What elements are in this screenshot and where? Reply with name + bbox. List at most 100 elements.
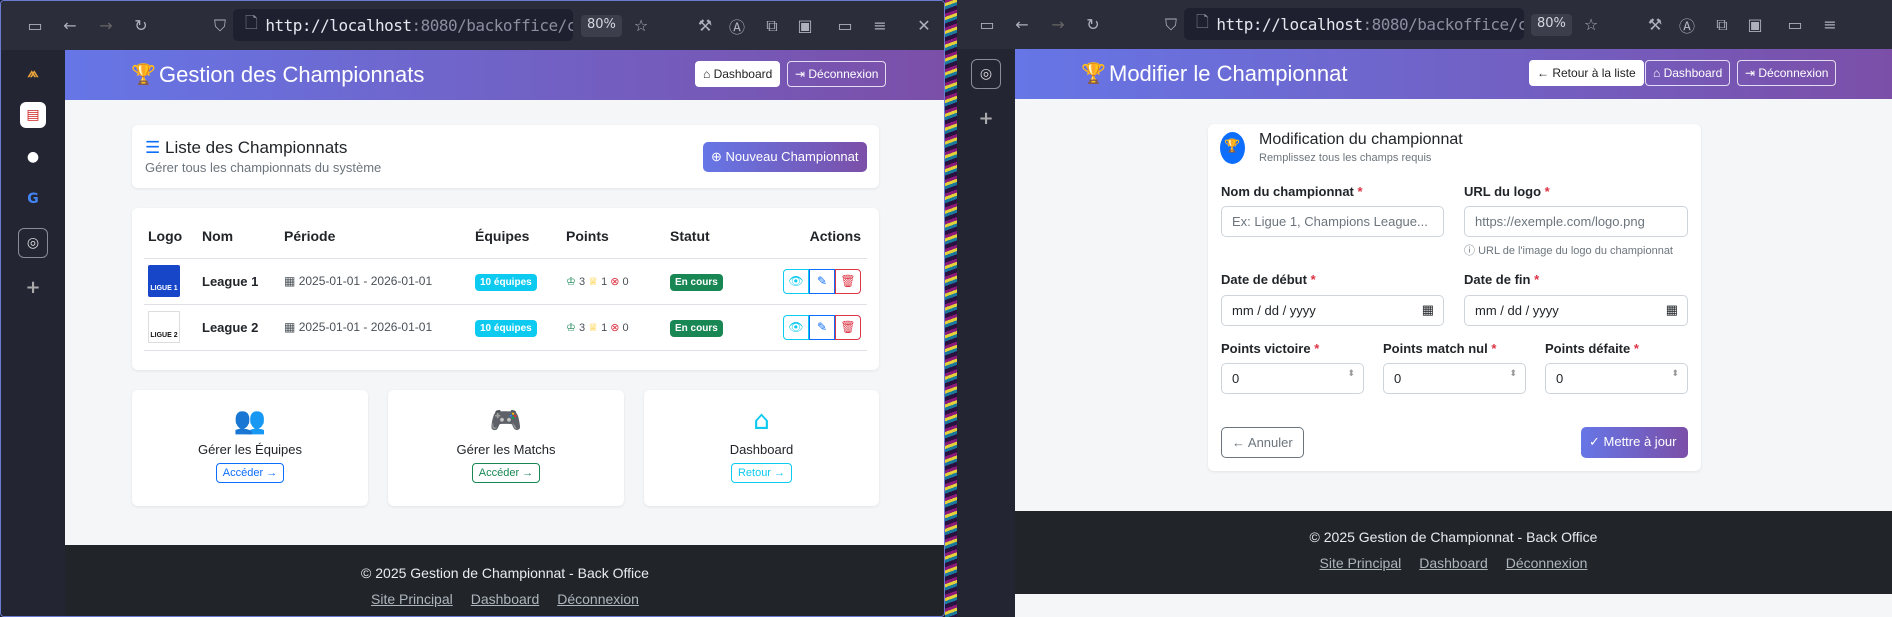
- back-icon[interactable]: ←: [1008, 15, 1036, 34]
- zoom-level[interactable]: 80%: [581, 15, 622, 37]
- name-input[interactable]: Ex: Ligue 1, Champions League...: [1221, 206, 1444, 237]
- draw-points: 1: [601, 275, 608, 288]
- spinner-icon[interactable]: ⬍: [1509, 368, 1517, 379]
- logo-url-label: URL du logo *: [1464, 184, 1550, 199]
- tile-dashboard-button[interactable]: Retour →: [730, 463, 793, 483]
- submit-button[interactable]: ✓ Mettre à jour: [1581, 427, 1688, 458]
- footer-link-dashboard[interactable]: Dashboard: [1419, 555, 1488, 571]
- page-title: Gestion des Championnats: [159, 62, 425, 87]
- sidebar-toggle-icon[interactable]: ▭: [973, 15, 1001, 34]
- wrench-icon[interactable]: ⚒: [1641, 15, 1669, 34]
- app-icon-1[interactable]: ⩕: [20, 60, 46, 86]
- menu-icon[interactable]: ≡: [1816, 15, 1844, 34]
- draw-points-value: 0: [1394, 371, 1402, 386]
- app-icon-2[interactable]: ▤: [20, 102, 46, 128]
- url-host: http://localhost: [265, 15, 412, 35]
- teams-badge: 10 équipes: [475, 320, 537, 337]
- win-points-input[interactable]: 0 ⬍: [1221, 363, 1364, 394]
- cancel-button[interactable]: ← Annuler: [1221, 427, 1304, 458]
- google-icon[interactable]: G: [20, 186, 46, 212]
- delete-button[interactable]: 🗑: [835, 268, 861, 294]
- start-date-value: mm / dd / yyyy: [1232, 303, 1316, 318]
- extensions-icon[interactable]: ⧉: [758, 16, 786, 36]
- win-points-label-text: Points victoire: [1221, 341, 1311, 356]
- start-date-input[interactable]: mm / dd / yyyy ▦: [1221, 295, 1444, 326]
- container-icon[interactable]: ▣: [791, 16, 819, 35]
- table-header-row: Logo Nom Période Équipes Points Statut A…: [144, 214, 867, 259]
- plus-circle-icon: ⊕: [711, 149, 722, 164]
- account-icon[interactable]: Ⓐ: [1673, 13, 1701, 37]
- loss-points-input[interactable]: 0 ⬍: [1545, 363, 1688, 394]
- shield-icon[interactable]: ⛉: [1157, 15, 1185, 35]
- dashboard-label: Dashboard: [1663, 66, 1723, 80]
- add-icon[interactable]: +: [20, 274, 46, 300]
- footer-link-site[interactable]: Site Principal: [1320, 555, 1402, 571]
- back-icon[interactable]: ←: [56, 16, 84, 35]
- list-title: ☰ Liste des Championnats: [145, 138, 347, 158]
- forward-icon[interactable]: →: [92, 16, 120, 35]
- win-points: 3: [578, 275, 586, 288]
- footer-link-site[interactable]: Site Principal: [371, 591, 453, 607]
- star-icon[interactable]: ☆: [1577, 15, 1605, 34]
- logout-button[interactable]: ⇥ Déconnexion: [1737, 60, 1837, 86]
- draw-points-input[interactable]: 0 ⬍: [1383, 363, 1526, 394]
- spinner-icon[interactable]: ⬍: [1347, 368, 1355, 379]
- calendar-icon[interactable]: ▦: [1666, 302, 1678, 318]
- sidebar-toggle-icon[interactable]: ▭: [21, 16, 49, 35]
- account-icon[interactable]: Ⓐ: [723, 14, 751, 38]
- globe-icon[interactable]: ◎: [971, 59, 1001, 89]
- menu-icon[interactable]: ≡: [866, 16, 894, 35]
- web-page: 🏆 Gestion des Championnats ⌂ Dashboard ⇥…: [65, 50, 944, 616]
- reload-icon[interactable]: ↻: [127, 16, 155, 35]
- x-loss-icon: ⊗: [610, 275, 620, 288]
- footer-link-logout[interactable]: Déconnexion: [1506, 555, 1588, 571]
- url-path: :8080/backoffice/championsh: [411, 15, 574, 35]
- calendar-icon[interactable]: ▦: [1422, 302, 1434, 318]
- logout-button[interactable]: ⇥ Déconnexion: [787, 61, 887, 87]
- footer-link-logout[interactable]: Déconnexion: [557, 591, 639, 607]
- add-icon[interactable]: +: [973, 105, 999, 131]
- star-icon[interactable]: ☆: [627, 16, 655, 35]
- github-icon[interactable]: ●: [20, 144, 46, 170]
- extensions-icon[interactable]: ⧉: [1708, 15, 1736, 35]
- spinner-icon[interactable]: ⬍: [1671, 368, 1679, 379]
- win-points-value: 0: [1232, 371, 1240, 386]
- browser-toolbar: ▭ ← → ↻ ⛉ 🗋 http://localhost:8080/backoff…: [1, 1, 944, 50]
- globe-icon[interactable]: ◎: [18, 228, 48, 258]
- zoom-level[interactable]: 80%: [1531, 14, 1572, 36]
- edit-button[interactable]: ✎: [809, 314, 835, 340]
- status-badge: En cours: [670, 274, 723, 291]
- browser-window-right: ▭ ← → ↻ ⛉ 🗋 http://localhost:8080/backoff…: [957, 0, 1892, 617]
- tile-matches: 🎮 Gérer les Matchs Accéder →: [388, 390, 624, 506]
- col-status: Statut: [670, 214, 770, 259]
- forward-icon[interactable]: →: [1044, 15, 1072, 34]
- web-page: 🏆 Modifier le Championnat ← Retour à la …: [1015, 49, 1892, 617]
- logo-url-label-text: URL du logo: [1464, 184, 1542, 199]
- close-icon[interactable]: ✕: [910, 16, 938, 35]
- view-button[interactable]: 👁: [783, 314, 809, 340]
- footer-link-dashboard[interactable]: Dashboard: [471, 591, 540, 607]
- edit-button[interactable]: ✎: [809, 268, 835, 294]
- col-teams: Équipes: [475, 214, 566, 259]
- delete-button[interactable]: 🗑: [835, 314, 861, 340]
- reload-icon[interactable]: ↻: [1079, 15, 1107, 34]
- sidebar-icon[interactable]: ▭: [1781, 15, 1809, 34]
- wrench-icon[interactable]: ⚒: [691, 16, 719, 35]
- league-period: 2025-01-01 - 2026-01-01: [298, 320, 433, 334]
- back-to-list-button[interactable]: ← Retour à la liste: [1529, 60, 1644, 86]
- sidebar-icon[interactable]: ▭: [831, 16, 859, 35]
- url-bar[interactable]: 🗋 http://localhost:8080/backoffice/champi…: [233, 9, 573, 41]
- view-button[interactable]: 👁: [783, 268, 809, 294]
- container-icon[interactable]: ▣: [1741, 15, 1769, 34]
- dashboard-button[interactable]: ⌂ Dashboard: [695, 61, 781, 87]
- draw-points: 1: [601, 321, 608, 334]
- url-bar[interactable]: 🗋 http://localhost:8080/backoffice/champi…: [1184, 8, 1524, 40]
- new-championship-button[interactable]: ⊕ Nouveau Championnat: [703, 142, 867, 172]
- dashboard-button[interactable]: ⌂ Dashboard: [1645, 60, 1731, 86]
- page-header: 🏆 Gestion des Championnats ⌂ Dashboard ⇥…: [65, 50, 944, 100]
- tile-matches-button[interactable]: Accéder →: [471, 463, 541, 483]
- tile-teams-button[interactable]: Accéder →: [215, 463, 285, 483]
- logo-url-input[interactable]: https://exemple.com/logo.png: [1464, 206, 1688, 237]
- shield-icon[interactable]: ⛉: [206, 16, 234, 36]
- end-date-input[interactable]: mm / dd / yyyy ▦: [1464, 295, 1688, 326]
